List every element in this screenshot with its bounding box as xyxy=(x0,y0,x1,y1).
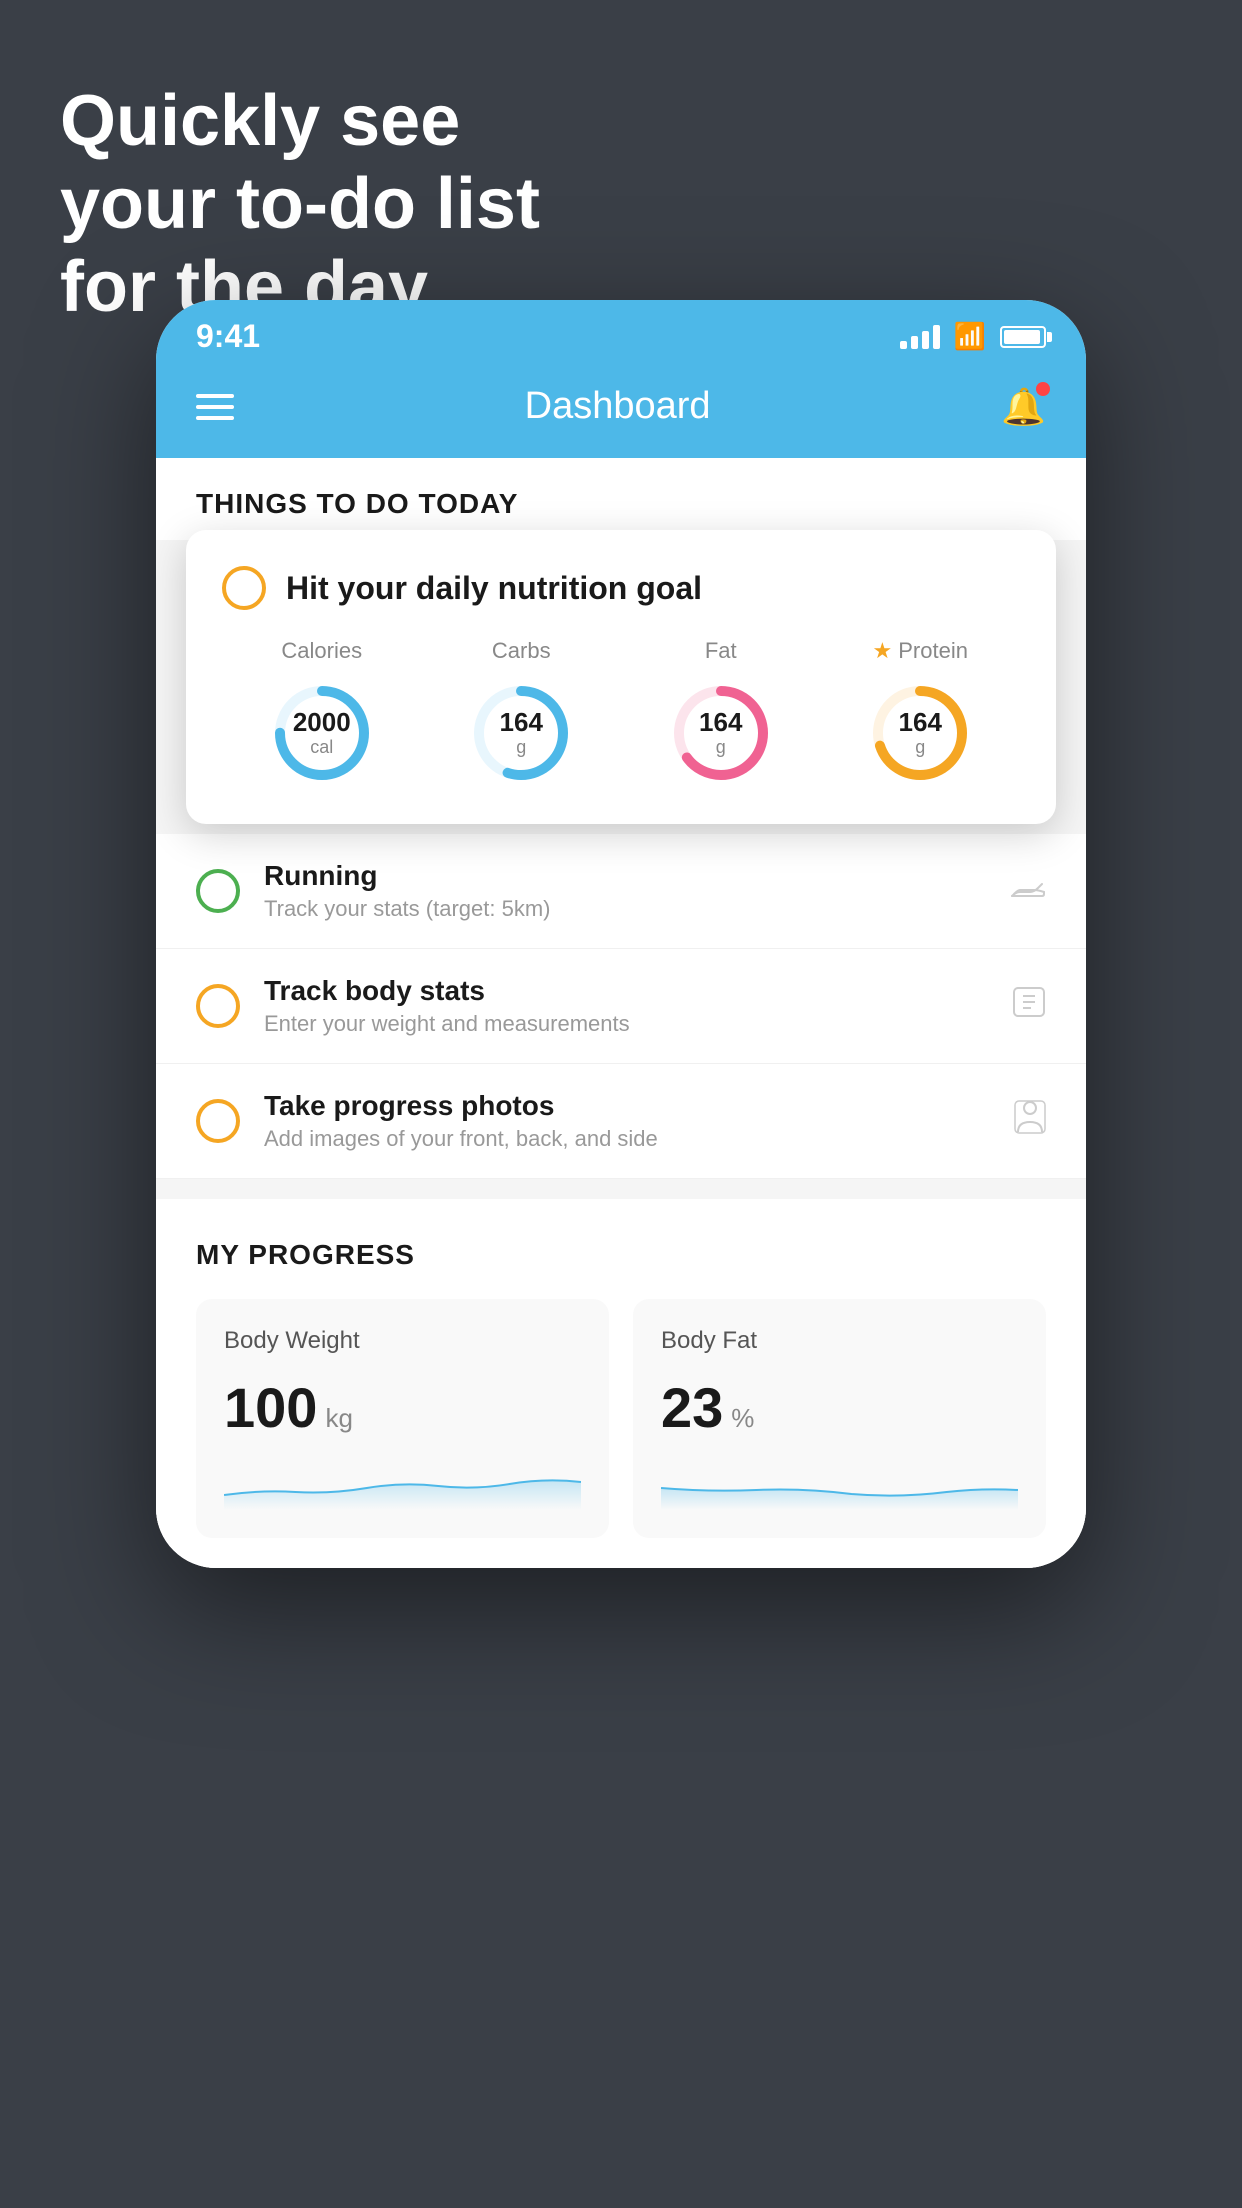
body-weight-unit: kg xyxy=(325,1403,352,1434)
protein-ring: 164 g xyxy=(865,678,975,788)
fat-value: 164 xyxy=(699,708,742,737)
main-content: THINGS TO DO TODAY Hit your daily nutrit… xyxy=(156,458,1086,1568)
notification-dot xyxy=(1036,382,1050,396)
body-fat-chart xyxy=(661,1460,1018,1510)
calories-unit: cal xyxy=(293,737,351,758)
protein-unit: g xyxy=(899,737,942,758)
fat-ring: 164 g xyxy=(666,678,776,788)
nutrition-checkbox[interactable] xyxy=(222,566,266,610)
progress-cards: Body Weight 100 kg xyxy=(196,1299,1046,1538)
calories-label: Calories xyxy=(281,638,362,664)
todo-progress-photos[interactable]: Take progress photos Add images of your … xyxy=(156,1064,1086,1179)
body-stats-text: Track body stats Enter your weight and m… xyxy=(264,975,988,1037)
todo-running[interactable]: Running Track your stats (target: 5km) xyxy=(156,834,1086,949)
calories-value: 2000 xyxy=(293,708,351,737)
star-icon: ★ xyxy=(873,638,893,664)
hamburger-menu[interactable] xyxy=(196,394,234,420)
running-subtitle: Track your stats (target: 5km) xyxy=(264,896,986,922)
battery-icon xyxy=(1000,326,1046,348)
carbs-unit: g xyxy=(500,737,543,758)
todo-body-stats[interactable]: Track body stats Enter your weight and m… xyxy=(156,949,1086,1064)
progress-photos-title: Take progress photos xyxy=(264,1090,990,1122)
protein-value: 164 xyxy=(899,708,942,737)
wifi-icon: 📶 xyxy=(954,321,986,352)
calories-ring: 2000 cal xyxy=(267,678,377,788)
running-text: Running Track your stats (target: 5km) xyxy=(264,860,986,922)
status-time: 9:41 xyxy=(196,318,260,355)
body-weight-number: 100 xyxy=(224,1375,317,1440)
stat-protein: ★ Protein 164 g xyxy=(865,638,975,788)
running-title: Running xyxy=(264,860,986,892)
body-fat-label: Body Fat xyxy=(661,1327,1018,1355)
status-icons: 📶 xyxy=(900,321,1046,352)
nav-bar: Dashboard 🔔 xyxy=(156,365,1086,458)
body-weight-chart xyxy=(224,1460,581,1510)
phone-mockup: 9:41 📶 Dashboard 🔔 xyxy=(156,300,1086,1568)
progress-photos-checkbox[interactable] xyxy=(196,1099,240,1143)
background-headline: Quickly see your to-do list for the day. xyxy=(60,80,540,328)
stat-carbs: Carbs 164 g xyxy=(466,638,576,788)
progress-photos-text: Take progress photos Add images of your … xyxy=(264,1090,990,1152)
shoe-icon xyxy=(1010,873,1046,910)
nutrition-stats: Calories 2000 cal xyxy=(222,638,1020,788)
nav-title: Dashboard xyxy=(525,385,711,428)
person-icon xyxy=(1014,1100,1046,1142)
body-stats-title: Track body stats xyxy=(264,975,988,1007)
protein-label: ★ Protein xyxy=(873,638,968,664)
nutrition-card-title: Hit your daily nutrition goal xyxy=(286,570,702,607)
body-weight-value-row: 100 kg xyxy=(224,1375,581,1440)
body-weight-label: Body Weight xyxy=(224,1327,581,1355)
todo-list: Running Track your stats (target: 5km) xyxy=(156,834,1086,1179)
notification-bell[interactable]: 🔔 xyxy=(1001,386,1046,428)
body-weight-card[interactable]: Body Weight 100 kg xyxy=(196,1299,609,1538)
things-section-header: THINGS TO DO TODAY xyxy=(156,458,1086,540)
stat-fat: Fat 164 g xyxy=(666,638,776,788)
signal-icon xyxy=(900,325,940,349)
progress-section: MY PROGRESS Body Weight 100 kg xyxy=(156,1199,1086,1568)
carbs-ring: 164 g xyxy=(466,678,576,788)
carbs-value: 164 xyxy=(500,708,543,737)
scale-icon xyxy=(1012,986,1046,1026)
progress-photos-subtitle: Add images of your front, back, and side xyxy=(264,1126,990,1152)
body-fat-number: 23 xyxy=(661,1375,723,1440)
nutrition-card-header: Hit your daily nutrition goal xyxy=(222,566,1020,610)
body-stats-checkbox[interactable] xyxy=(196,984,240,1028)
fat-unit: g xyxy=(699,737,742,758)
fat-label: Fat xyxy=(705,638,737,664)
carbs-label: Carbs xyxy=(492,638,551,664)
status-bar: 9:41 📶 xyxy=(156,300,1086,365)
body-fat-card[interactable]: Body Fat 23 % xyxy=(633,1299,1046,1538)
stat-calories: Calories 2000 cal xyxy=(267,638,377,788)
body-fat-unit: % xyxy=(731,1403,754,1434)
things-title: THINGS TO DO TODAY xyxy=(196,488,1046,520)
running-checkbox[interactable] xyxy=(196,869,240,913)
nutrition-card[interactable]: Hit your daily nutrition goal Calories xyxy=(186,530,1056,824)
body-stats-subtitle: Enter your weight and measurements xyxy=(264,1011,988,1037)
body-fat-value-row: 23 % xyxy=(661,1375,1018,1440)
progress-title: MY PROGRESS xyxy=(196,1239,1046,1271)
